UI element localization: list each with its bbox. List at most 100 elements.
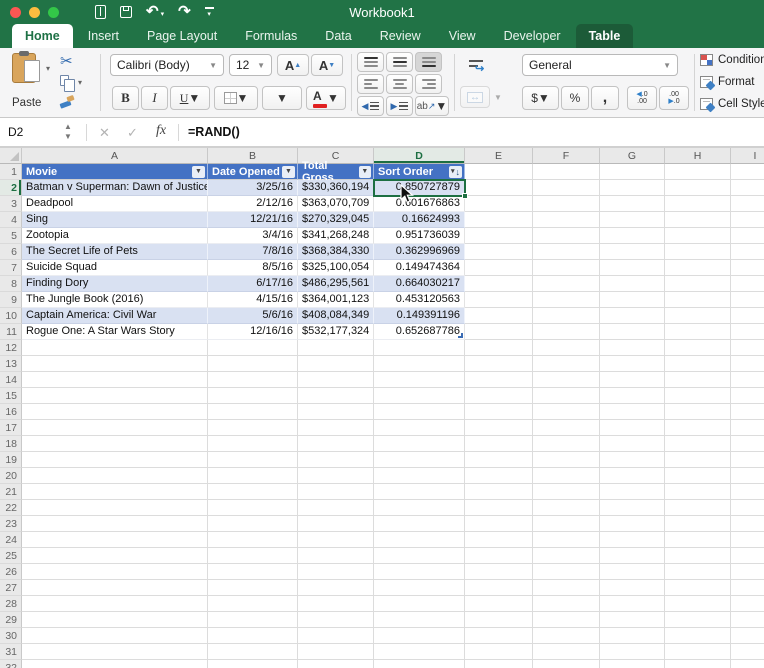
cell-D18[interactable] bbox=[374, 436, 465, 452]
cell-H6[interactable] bbox=[665, 244, 731, 260]
cell-I11[interactable] bbox=[731, 324, 764, 340]
percent-format-button[interactable]: % bbox=[561, 86, 589, 110]
cell-B3[interactable]: 2/12/16 bbox=[208, 196, 298, 212]
comma-format-button[interactable]: , bbox=[591, 86, 619, 110]
cell-H16[interactable] bbox=[665, 404, 731, 420]
row-header-10[interactable]: 10 bbox=[0, 308, 22, 324]
cell-G18[interactable] bbox=[600, 436, 665, 452]
cell-D17[interactable] bbox=[374, 420, 465, 436]
cell-G22[interactable] bbox=[600, 500, 665, 516]
cell-I19[interactable] bbox=[731, 452, 764, 468]
row-header-7[interactable]: 7 bbox=[0, 260, 22, 276]
cell-F17[interactable] bbox=[533, 420, 600, 436]
cell-H24[interactable] bbox=[665, 532, 731, 548]
cell-H31[interactable] bbox=[665, 644, 731, 660]
cell-B10[interactable]: 5/6/16 bbox=[208, 308, 298, 324]
cell-C20[interactable] bbox=[298, 468, 374, 484]
cell-B20[interactable] bbox=[208, 468, 298, 484]
decrease-indent-button[interactable]: ◀ bbox=[357, 96, 384, 116]
cell-B24[interactable] bbox=[208, 532, 298, 548]
cell-G20[interactable] bbox=[600, 468, 665, 484]
cell-H4[interactable] bbox=[665, 212, 731, 228]
borders-button[interactable]: ▼ bbox=[214, 86, 258, 110]
cell-B8[interactable]: 6/17/16 bbox=[208, 276, 298, 292]
cell-E5[interactable] bbox=[465, 228, 533, 244]
cell-C15[interactable] bbox=[298, 388, 374, 404]
cell-A30[interactable] bbox=[22, 628, 208, 644]
cell-B30[interactable] bbox=[208, 628, 298, 644]
name-box[interactable]: D2 bbox=[8, 125, 23, 139]
cell-D12[interactable] bbox=[374, 340, 465, 356]
align-bottom-button[interactable] bbox=[415, 52, 442, 72]
cell-I25[interactable] bbox=[731, 548, 764, 564]
cell-H2[interactable] bbox=[665, 180, 731, 196]
cell-E28[interactable] bbox=[465, 596, 533, 612]
cell-E7[interactable] bbox=[465, 260, 533, 276]
cell-G29[interactable] bbox=[600, 612, 665, 628]
font-color-button[interactable]: A ▼ bbox=[306, 86, 346, 110]
cell-G26[interactable] bbox=[600, 564, 665, 580]
cell-E15[interactable] bbox=[465, 388, 533, 404]
cell-A18[interactable] bbox=[22, 436, 208, 452]
cell-C12[interactable] bbox=[298, 340, 374, 356]
cell-G21[interactable] bbox=[600, 484, 665, 500]
cell-F8[interactable] bbox=[533, 276, 600, 292]
cell-A6[interactable]: The Secret Life of Pets bbox=[22, 244, 208, 260]
cell-B13[interactable] bbox=[208, 356, 298, 372]
cell-E22[interactable] bbox=[465, 500, 533, 516]
cell-A11[interactable]: Rogue One: A Star Wars Story bbox=[22, 324, 208, 340]
filter-dropdown-button[interactable]: ▼ bbox=[282, 165, 295, 178]
cell-A17[interactable] bbox=[22, 420, 208, 436]
cell-G32[interactable] bbox=[600, 660, 665, 668]
cell-F16[interactable] bbox=[533, 404, 600, 420]
cell-H11[interactable] bbox=[665, 324, 731, 340]
cell-E31[interactable] bbox=[465, 644, 533, 660]
cell-D22[interactable] bbox=[374, 500, 465, 516]
row-header-30[interactable]: 30 bbox=[0, 628, 22, 644]
cell-H10[interactable] bbox=[665, 308, 731, 324]
row-header-27[interactable]: 27 bbox=[0, 580, 22, 596]
cell-I24[interactable] bbox=[731, 532, 764, 548]
cell-C16[interactable] bbox=[298, 404, 374, 420]
cell-H8[interactable] bbox=[665, 276, 731, 292]
column-header-D[interactable]: D bbox=[374, 148, 465, 164]
cell-C26[interactable] bbox=[298, 564, 374, 580]
cell-A25[interactable] bbox=[22, 548, 208, 564]
cell-B17[interactable] bbox=[208, 420, 298, 436]
cell-C32[interactable] bbox=[298, 660, 374, 668]
cell-A28[interactable] bbox=[22, 596, 208, 612]
cell-D26[interactable] bbox=[374, 564, 465, 580]
insert-function-icon[interactable]: fx bbox=[156, 123, 166, 139]
bold-button[interactable]: B bbox=[112, 86, 139, 110]
cell-G31[interactable] bbox=[600, 644, 665, 660]
cell-B5[interactable]: 3/4/16 bbox=[208, 228, 298, 244]
cell-H22[interactable] bbox=[665, 500, 731, 516]
cell-I16[interactable] bbox=[731, 404, 764, 420]
cell-H28[interactable] bbox=[665, 596, 731, 612]
row-header-26[interactable]: 26 bbox=[0, 564, 22, 580]
cell-E26[interactable] bbox=[465, 564, 533, 580]
cell-H18[interactable] bbox=[665, 436, 731, 452]
cell-G3[interactable] bbox=[600, 196, 665, 212]
cell-C19[interactable] bbox=[298, 452, 374, 468]
cell-C6[interactable]: $368,384,330 bbox=[298, 244, 374, 260]
cell-D10[interactable]: 0.149391196 bbox=[374, 308, 465, 324]
cell-D6[interactable]: 0.362996969 bbox=[374, 244, 465, 260]
cell-E8[interactable] bbox=[465, 276, 533, 292]
cell-F28[interactable] bbox=[533, 596, 600, 612]
cell-F24[interactable] bbox=[533, 532, 600, 548]
cell-H13[interactable] bbox=[665, 356, 731, 372]
cell-C9[interactable]: $364,001,123 bbox=[298, 292, 374, 308]
cell-H20[interactable] bbox=[665, 468, 731, 484]
cell-G28[interactable] bbox=[600, 596, 665, 612]
cell-E23[interactable] bbox=[465, 516, 533, 532]
cell-G4[interactable] bbox=[600, 212, 665, 228]
cell-B16[interactable] bbox=[208, 404, 298, 420]
cell-D4[interactable]: 0.16624993 bbox=[374, 212, 465, 228]
cell-D5[interactable]: 0.951736039 bbox=[374, 228, 465, 244]
cell-A29[interactable] bbox=[22, 612, 208, 628]
cell-G10[interactable] bbox=[600, 308, 665, 324]
cell-F7[interactable] bbox=[533, 260, 600, 276]
cell-H26[interactable] bbox=[665, 564, 731, 580]
shrink-font-button[interactable]: A ▼ bbox=[311, 54, 343, 76]
